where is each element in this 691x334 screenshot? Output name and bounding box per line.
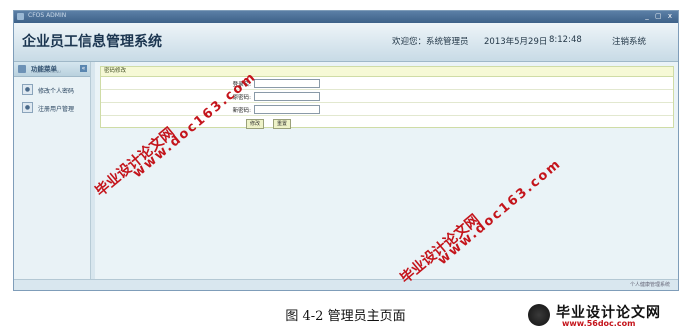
panel-title: 密码修改 <box>101 67 673 77</box>
submit-button[interactable]: 修改 <box>246 119 265 129</box>
logout-link[interactable]: 注销系统 <box>612 35 646 47</box>
site-logo: 毕业设计论文网 www.56doc.com <box>528 302 686 330</box>
password-panel: 密码修改 登录名: 原密码: 新密码: 修改 重置 <box>100 66 674 129</box>
reset-button[interactable]: 重置 <box>273 119 292 129</box>
sidebar-item-label: 注册用户管理 <box>38 106 75 113</box>
menu-icon <box>18 65 26 73</box>
app-window: CFOS ADMIN _ ▢ x 企业员工信息管理系统 欢迎您：系统管理员 20… <box>13 10 679 291</box>
app-header: 企业员工信息管理系统 欢迎您：系统管理员 2013年5月29日 8:12:48 … <box>14 23 678 62</box>
menu-subtitle: FUNCTION MENU <box>31 70 61 74</box>
sidebar: 功能菜单 FUNCTION MENU « ● 修改个人密码 ● 注册用户管理 <box>14 62 91 279</box>
logo-seal-icon <box>528 304 550 326</box>
user-key-icon: ● <box>22 84 33 95</box>
users-icon: ● <box>22 102 33 113</box>
window-title: CFOS ADMIN <box>28 12 67 19</box>
sidebar-splitter[interactable] <box>91 62 95 279</box>
window-controls[interactable]: _ ▢ x <box>645 12 674 20</box>
status-bar: 个人健康管理系统 <box>14 279 678 290</box>
app-icon <box>17 13 24 20</box>
date-text: 2013年5月29日 <box>484 37 548 47</box>
app-title: 企业员工信息管理系统 <box>22 34 162 50</box>
form-row-old-password: 原密码: <box>101 90 673 103</box>
form-row-username: 登录名: <box>101 77 673 90</box>
old-password-input[interactable] <box>254 92 320 101</box>
footer-text: 个人健康管理系统 <box>629 282 670 288</box>
welcome-text: 欢迎您：系统管理员 <box>392 37 469 47</box>
window-titlebar: CFOS ADMIN _ ▢ x <box>14 11 678 23</box>
form-row-new-password: 新密码: <box>101 103 673 116</box>
username-input[interactable] <box>254 79 320 88</box>
clock-text: 8:12:48 <box>549 35 582 45</box>
logo-url: www.56doc.com <box>562 319 636 328</box>
menu-header: 功能菜单 FUNCTION MENU « <box>14 62 90 77</box>
collapse-button[interactable]: « <box>80 65 87 72</box>
new-password-input[interactable] <box>254 105 320 114</box>
sidebar-item-label: 修改个人密码 <box>38 88 75 95</box>
